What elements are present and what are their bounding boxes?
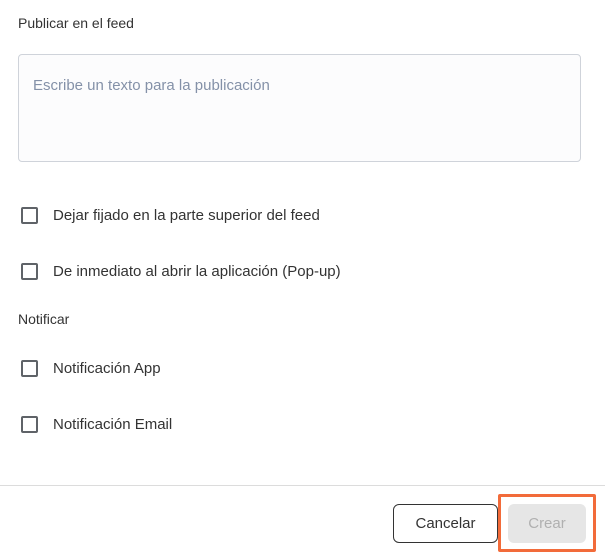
email-notification-label: Notificación Email <box>53 415 173 433</box>
post-text-area-container <box>18 54 581 162</box>
publish-section-label: Publicar en el feed <box>18 15 134 31</box>
pin-to-top-label: Dejar fijado en la parte superior del fe… <box>53 206 320 224</box>
create-button[interactable]: Crear <box>508 504 586 543</box>
popup-label: De inmediato al abrir la aplicación (Pop… <box>53 262 341 280</box>
popup-checkbox[interactable] <box>21 262 38 280</box>
popup-option[interactable]: De inmediato al abrir la aplicación (Pop… <box>21 260 341 282</box>
footer-divider <box>0 485 605 486</box>
app-notification-checkbox[interactable] <box>21 359 38 377</box>
post-text-input[interactable] <box>19 55 580 161</box>
pin-to-top-checkbox[interactable] <box>21 206 38 224</box>
app-notification-label: Notificación App <box>53 359 161 377</box>
email-notification-option[interactable]: Notificación Email <box>21 413 172 435</box>
email-notification-checkbox[interactable] <box>21 415 38 433</box>
notify-section-label: Notificar <box>18 311 70 327</box>
pin-to-top-option[interactable]: Dejar fijado en la parte superior del fe… <box>21 204 320 226</box>
app-notification-option[interactable]: Notificación App <box>21 357 161 379</box>
cancel-button[interactable]: Cancelar <box>393 504 498 543</box>
